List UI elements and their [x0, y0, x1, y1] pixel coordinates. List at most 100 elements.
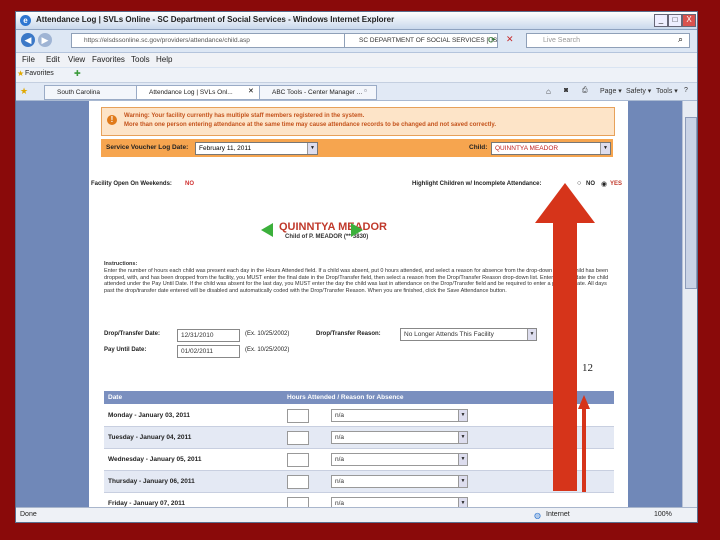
reason-value: n/a [335, 478, 345, 485]
hours-input[interactable] [287, 497, 309, 507]
pay-until-input[interactable]: 01/02/2011 [177, 345, 240, 358]
hours-input[interactable] [287, 453, 309, 467]
previous-child-icon[interactable] [261, 223, 273, 237]
vertical-scrollbar[interactable] [682, 101, 697, 507]
chevron-down-icon: ▼ [458, 476, 467, 487]
drop-date-example: (Ex. 10/25/2002) [245, 331, 290, 337]
stop-icon[interactable]: ✕ [506, 34, 514, 45]
star-icon: ★ [17, 69, 25, 78]
menu-tools[interactable]: Tools [131, 55, 150, 64]
tab-bar: ★ South Carolina Attendance Log | SVLs O… [16, 83, 697, 101]
feeds-icon[interactable]: ◙ [564, 87, 568, 94]
favorites-button[interactable]: Favorites [25, 70, 54, 77]
red-arrow-annotation [553, 220, 577, 491]
child-name: QUINNTYA MEADOR [279, 221, 387, 233]
title-bar: e Attendance Log | SVLs Online - SC Depa… [16, 12, 697, 30]
print-icon[interactable]: ⎙ [582, 87, 588, 95]
favorites-center-icon[interactable]: ★ [20, 86, 28, 97]
menu-favorites[interactable]: Favorites [92, 55, 125, 64]
reason-select[interactable]: n/a ▼ [331, 409, 468, 422]
annotation-number: 12 [582, 362, 593, 374]
tab-south-carolina[interactable]: South Carolina [44, 85, 146, 100]
site-identity[interactable]: SC DEPARTMENT OF SOCIAL SERVICES [US] [344, 33, 498, 48]
add-favorite-icon[interactable]: ✚ [74, 69, 81, 78]
maximize-button[interactable]: □ [668, 14, 682, 27]
reason-value: n/a [335, 500, 345, 507]
search-icon[interactable]: ⌕ [678, 34, 683, 45]
close-button[interactable]: X [682, 14, 696, 27]
chevron-down-icon: ▼ [458, 432, 467, 443]
col-date-header: Date [108, 394, 123, 401]
home-icon[interactable]: ⌂ [546, 87, 551, 96]
forward-icon[interactable]: ▶ [38, 33, 52, 47]
highlight-label: Highlight Children w/ Incomplete Attenda… [412, 181, 542, 187]
warning-banner: ! Warning: Your facility currently has m… [101, 107, 615, 136]
reason-value: n/a [335, 434, 345, 441]
drop-reason-select[interactable]: No Longer Attends This Facility ▼ [400, 328, 537, 341]
radio-yes[interactable]: ◉ [601, 180, 607, 188]
tab-attendance-log[interactable]: Attendance Log | SVLs Onl... [136, 85, 260, 100]
row-date: Tuesday - January 04, 2011 [108, 434, 192, 441]
hours-input[interactable] [287, 475, 309, 489]
menu-help[interactable]: Help [156, 55, 172, 64]
safety-menu[interactable]: Safety ▾ [626, 87, 651, 95]
radio-yes-label: YES [610, 181, 623, 187]
page-menu[interactable]: Page ▾ [600, 87, 622, 95]
menu-file[interactable]: File [22, 55, 35, 64]
instructions: Instructions: Enter the number of hours … [104, 261, 614, 295]
child-select-value: QUINNTYA MEADOR [495, 145, 559, 152]
warning-line-2: More than one person entering attendance… [124, 122, 496, 128]
instructions-text: Enter the number of hours each child was… [104, 267, 609, 295]
voucher-date-value: February 11, 2011 [199, 145, 252, 152]
drop-date-label: Drop/Transfer Date: [104, 331, 161, 337]
drop-date-input[interactable]: 12/31/2010 [177, 329, 240, 342]
weekend-value: NO [185, 181, 194, 187]
attendance-page: ! Warning: Your facility currently has m… [89, 101, 628, 507]
zoom-level[interactable]: 100% [654, 511, 672, 518]
chevron-down-icon: ▼ [600, 143, 610, 154]
voucher-date-select[interactable]: February 11, 2011 ▼ [195, 142, 318, 155]
minimize-button[interactable]: _ [654, 14, 668, 27]
address-field[interactable]: https://elsdssonline.sc.gov/providers/at… [71, 33, 353, 48]
pay-until-example: (Ex. 10/25/2002) [245, 347, 290, 353]
favorites-bar: ★ Favorites ✚ [16, 68, 697, 83]
help-icon[interactable]: ? [684, 87, 688, 94]
reason-select[interactable]: n/a ▼ [331, 453, 468, 466]
status-text: Done [20, 511, 37, 518]
voucher-bar: Service Voucher Log Date: February 11, 2… [101, 139, 613, 157]
pay-until-label: Pay Until Date: [104, 347, 147, 353]
drop-reason-label: Drop/Transfer Reason: [316, 331, 381, 337]
grid-header: Date Hours Attended / Reason for Absence [104, 391, 614, 404]
status-zone: Internet [546, 511, 570, 518]
next-child-icon[interactable] [351, 223, 363, 237]
row-date: Wednesday - January 05, 2011 [108, 456, 202, 463]
chevron-down-icon: ▼ [458, 454, 467, 465]
reason-value: n/a [335, 456, 345, 463]
reason-select[interactable]: n/a ▼ [331, 431, 468, 444]
refresh-icon[interactable]: ⟳ [488, 35, 496, 46]
chevron-down-icon: ▼ [527, 329, 536, 340]
reason-select[interactable]: n/a ▼ [331, 497, 468, 507]
col-hours-header: Hours Attended / Reason for Absence [287, 394, 404, 401]
child-select[interactable]: QUINNTYA MEADOR ▼ [491, 142, 611, 155]
scrollbar-thumb[interactable] [685, 117, 697, 289]
attendance-grid: Date Hours Attended / Reason for Absence… [104, 391, 614, 507]
menu-edit[interactable]: Edit [46, 55, 60, 64]
window-title: Attendance Log | SVLs Online - SC Depart… [36, 15, 395, 24]
reason-value: n/a [335, 412, 345, 419]
table-row: Wednesday - January 05, 2011 n/a ▼ [104, 449, 614, 471]
hours-input[interactable] [287, 431, 309, 445]
status-bar: Done ◍ Internet 100% [16, 507, 697, 522]
tab-close-icon[interactable]: ✕ [248, 87, 254, 95]
hours-input[interactable] [287, 409, 309, 423]
new-tab-icon[interactable]: ▫ [364, 86, 367, 95]
menu-view[interactable]: View [68, 55, 85, 64]
table-row: Monday - January 03, 2011 n/a ▼ [104, 405, 614, 427]
instructions-title: Instructions: [104, 261, 138, 267]
tab-abc-tools[interactable]: ABC Tools - Center Manager ... [259, 85, 377, 100]
tools-menu[interactable]: Tools ▾ [656, 87, 678, 95]
back-icon[interactable]: ◀ [21, 33, 35, 47]
reason-select[interactable]: n/a ▼ [331, 475, 468, 488]
warning-line-1: Warning: Your facility currently has mul… [124, 113, 365, 119]
search-input[interactable]: Live Search [526, 33, 690, 48]
